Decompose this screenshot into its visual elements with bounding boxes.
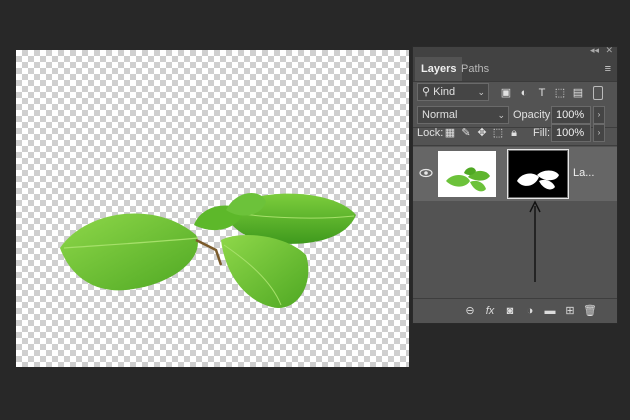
link-layers-icon[interactable]: ⊖ bbox=[463, 304, 477, 318]
trash-icon[interactable]: 🗑︎ bbox=[583, 304, 597, 318]
tab-paths[interactable]: Paths bbox=[455, 57, 495, 81]
layers-bottom-toolbar: ⊖ fx ◙ ◑ ▬ ⊞ 🗑︎ bbox=[413, 298, 617, 323]
pixel-layer-filter-icon[interactable]: ▣ bbox=[499, 86, 513, 100]
document-canvas[interactable] bbox=[16, 50, 409, 367]
adjustment-layer-filter-icon[interactable]: ◐ bbox=[517, 86, 531, 100]
lock-image-pixels-icon[interactable]: ✎ bbox=[459, 126, 473, 140]
lock-all-icon[interactable]: 🔒︎ bbox=[507, 126, 521, 140]
mask-shape bbox=[517, 170, 559, 190]
add-mask-icon[interactable]: ◙ bbox=[503, 304, 517, 318]
layer-row[interactable]: ⛓ La... bbox=[413, 147, 617, 201]
fill-dropdown[interactable]: › bbox=[593, 124, 605, 142]
divider bbox=[413, 145, 617, 146]
search-icon: ⚲ bbox=[422, 86, 434, 98]
collapse-panel-icon[interactable]: ◂◂ bbox=[590, 45, 599, 56]
shape-layer-filter-icon[interactable]: ⬚ bbox=[553, 86, 567, 100]
lock-fill-row: Lock: ▦ ✎ ✥ ⬚ 🔒︎ Fill: 100% › bbox=[413, 123, 617, 145]
filter-toggle[interactable] bbox=[593, 86, 603, 100]
close-panel-icon[interactable]: ✕ bbox=[605, 45, 613, 56]
opacity-dropdown[interactable]: › bbox=[593, 106, 605, 124]
new-group-icon[interactable]: ▬ bbox=[543, 304, 557, 318]
filter-row: ⚲ Kind ⌄ ▣ ◐ T ⬚ ▤ bbox=[413, 83, 617, 105]
filter-kind-select[interactable]: ⚲ Kind ⌄ bbox=[417, 83, 489, 101]
filter-kind-label: Kind bbox=[433, 86, 456, 98]
blend-mode-value: Normal bbox=[422, 109, 458, 121]
adjustment-layer-icon[interactable]: ◑ bbox=[523, 304, 537, 318]
chevron-down-icon: ⌄ bbox=[497, 110, 505, 120]
lock-label: Lock: bbox=[417, 127, 444, 139]
lock-position-icon[interactable]: ✥ bbox=[475, 126, 489, 140]
new-layer-icon[interactable]: ⊞ bbox=[563, 304, 577, 318]
annotation-arrow bbox=[529, 200, 541, 282]
smart-object-filter-icon[interactable]: ▤ bbox=[571, 86, 585, 100]
visibility-eye-icon[interactable] bbox=[419, 167, 433, 179]
layers-panel: ◂◂ ✕ Layers Paths ≡ ⚲ Kind ⌄ ▣ ◐ T ⬚ ▤ N… bbox=[412, 45, 618, 324]
panel-header-bar: ◂◂ ✕ bbox=[413, 45, 617, 57]
fill-label: Fill: bbox=[533, 127, 551, 139]
type-layer-filter-icon[interactable]: T bbox=[535, 86, 549, 100]
artboard-lock-icon[interactable]: ⬚ bbox=[491, 126, 505, 140]
layer-mask-thumbnail[interactable] bbox=[507, 149, 569, 199]
panel-tab-bar: Layers Paths ≡ bbox=[413, 57, 617, 82]
layer-thumbnail[interactable] bbox=[438, 151, 496, 197]
panel-menu-icon[interactable]: ≡ bbox=[605, 63, 611, 75]
fill-input[interactable]: 100% bbox=[551, 124, 591, 142]
opacity-input[interactable]: 100% bbox=[551, 106, 591, 124]
lock-transparent-pixels-icon[interactable]: ▦ bbox=[443, 126, 457, 140]
layer-name[interactable]: La... bbox=[573, 167, 594, 179]
layer-thumbnail-leaves bbox=[446, 167, 490, 192]
mint-leaves-image bbox=[60, 192, 356, 308]
chevron-down-icon: ⌄ bbox=[477, 87, 485, 97]
opacity-label: Opacity: bbox=[513, 109, 554, 121]
blend-mode-select[interactable]: Normal ⌄ bbox=[417, 106, 509, 124]
layer-style-fx-icon[interactable]: fx bbox=[483, 304, 497, 318]
